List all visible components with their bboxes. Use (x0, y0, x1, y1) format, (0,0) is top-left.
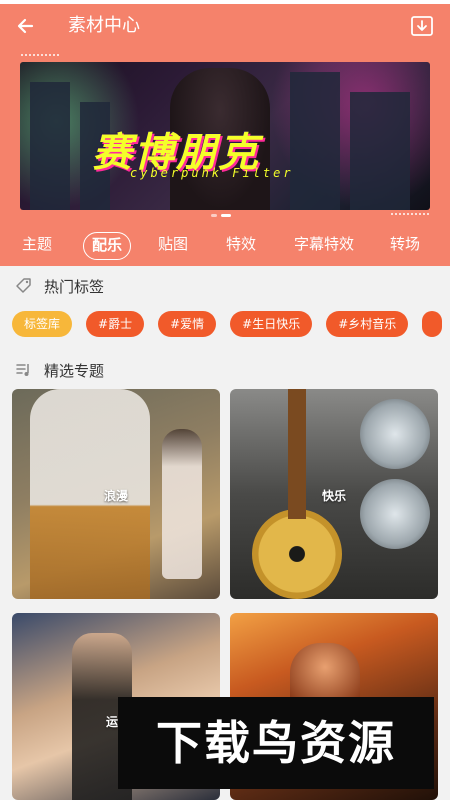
tag-chip[interactable]: #爱情 (158, 311, 217, 337)
banner-pager (211, 214, 241, 218)
card-lamp (360, 399, 430, 469)
tag-chip[interactable]: #生日快乐 (230, 311, 313, 337)
banner-subtitle: cyberpunk Filter (130, 166, 294, 180)
featured-card-happy[interactable]: 快乐 (230, 389, 438, 599)
tag-icon (16, 278, 31, 293)
tag-chip-library[interactable]: 标签库 (12, 311, 73, 337)
download-icon[interactable] (408, 12, 436, 40)
category-tabs: 主题 配乐 贴图 特效 字幕特效 转场 (0, 230, 450, 260)
tab-stickers[interactable]: 贴图 (158, 230, 188, 258)
card-person (162, 429, 202, 579)
banner-building (350, 92, 410, 210)
arrow-left-icon[interactable] (14, 12, 42, 40)
card-guitar (252, 509, 342, 599)
tag-chip-partial[interactable] (422, 311, 443, 337)
decor-dots (390, 212, 430, 216)
banner-building (290, 72, 340, 210)
tab-effects[interactable]: 特效 (226, 230, 256, 258)
tag-chip[interactable]: #爵士 (86, 311, 145, 337)
music-list-icon (16, 364, 29, 376)
card-label: 快乐 (321, 489, 346, 503)
decor-dots (20, 53, 60, 57)
featured-heading: 精选专题 (14, 358, 104, 382)
header: 素材中心 赛博朋克 cyberpunk Filter 主题 配乐 贴图 特效 字… (0, 0, 450, 266)
page-title: 素材中心 (68, 15, 140, 36)
card-label: 运 (105, 715, 118, 729)
tag-chips: 标签库 #爵士 #爱情 #生日快乐 #乡村音乐 (12, 311, 450, 339)
tab-transitions[interactable]: 转场 (390, 230, 420, 258)
pager-dot (211, 214, 217, 217)
hot-tags-heading: 热门标签 (14, 274, 104, 298)
featured-label: 精选专题 (44, 361, 105, 380)
pager-dot-active (221, 214, 231, 217)
watermark: 下载鸟资源 (118, 697, 434, 789)
tag-chip[interactable]: #乡村音乐 (326, 311, 409, 337)
hot-tags-label: 热门标签 (44, 277, 105, 296)
banner-building (30, 82, 70, 210)
featured-card-romance[interactable]: 浪漫 (12, 389, 220, 599)
tab-theme[interactable]: 主题 (22, 230, 52, 258)
tab-caption-effects[interactable]: 字幕特效 (294, 230, 354, 258)
status-bar (0, 0, 450, 4)
tab-music[interactable]: 配乐 (83, 232, 132, 260)
banner-image[interactable]: 赛博朋克 cyberpunk Filter (20, 62, 430, 210)
card-label: 浪漫 (103, 489, 128, 503)
